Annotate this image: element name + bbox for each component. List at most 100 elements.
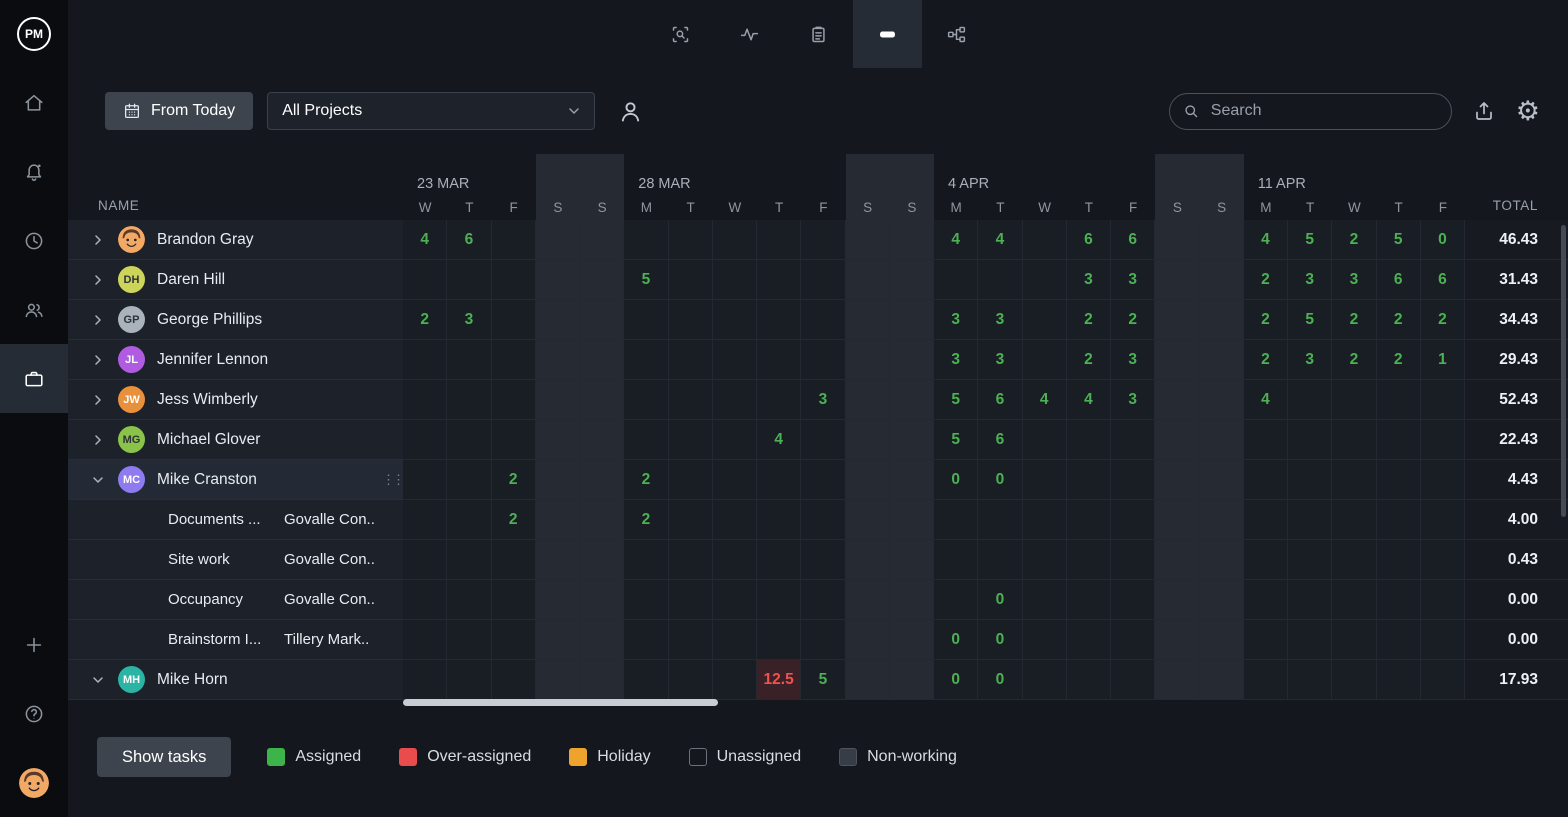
day-cell[interactable]: 6 <box>1377 260 1421 300</box>
day-cell[interactable] <box>624 220 668 260</box>
day-cell[interactable]: 3 <box>1288 260 1332 300</box>
sidebar-item-bell[interactable] <box>0 137 68 206</box>
day-cell[interactable]: 5 <box>1288 220 1332 260</box>
day-cell[interactable] <box>1067 540 1111 580</box>
topbar-tab-zoom-search[interactable] <box>646 0 715 68</box>
day-cell[interactable] <box>1200 420 1244 460</box>
day-cell[interactable] <box>713 620 757 660</box>
day-cell[interactable] <box>1421 660 1465 700</box>
day-cell[interactable]: 2 <box>624 460 668 500</box>
day-cell[interactable] <box>1288 380 1332 420</box>
day-cell[interactable] <box>1155 580 1199 620</box>
day-cell[interactable] <box>403 260 447 300</box>
day-cell[interactable] <box>978 500 1022 540</box>
day-cell[interactable] <box>403 620 447 660</box>
day-cell[interactable] <box>1111 420 1155 460</box>
day-cell[interactable] <box>846 460 890 500</box>
day-cell[interactable] <box>1377 500 1421 540</box>
day-cell[interactable] <box>1023 340 1067 380</box>
day-cell[interactable] <box>1421 620 1465 660</box>
day-cell[interactable]: 2 <box>1244 340 1288 380</box>
day-cell[interactable] <box>492 260 536 300</box>
day-cell[interactable] <box>580 420 624 460</box>
day-cell[interactable] <box>492 300 536 340</box>
day-cell[interactable] <box>536 620 580 660</box>
day-cell[interactable] <box>447 420 491 460</box>
day-cell[interactable] <box>669 660 713 700</box>
day-cell[interactable]: 0 <box>978 580 1022 620</box>
day-cell[interactable]: 5 <box>801 660 845 700</box>
task-row[interactable]: Documents ...Govalle Con..224.00 <box>68 500 1568 540</box>
day-cell[interactable] <box>1421 580 1465 620</box>
day-cell[interactable] <box>1155 340 1199 380</box>
day-cell[interactable] <box>1332 460 1376 500</box>
day-cell[interactable] <box>1200 380 1244 420</box>
day-cell[interactable] <box>1377 660 1421 700</box>
day-cell[interactable] <box>890 260 934 300</box>
day-cell[interactable] <box>536 340 580 380</box>
day-cell[interactable] <box>1288 620 1332 660</box>
day-cell[interactable] <box>403 420 447 460</box>
day-cell[interactable] <box>1377 420 1421 460</box>
person-row[interactable]: MGMichael Glover45622.43 <box>68 420 1568 460</box>
from-today-button[interactable]: From Today <box>105 92 253 130</box>
day-cell[interactable] <box>1200 340 1244 380</box>
day-cell[interactable] <box>890 580 934 620</box>
day-cell[interactable]: 3 <box>978 300 1022 340</box>
day-cell[interactable] <box>1377 540 1421 580</box>
person-row[interactable]: Brandon Gray4644664525046.43 <box>68 220 1568 260</box>
day-cell[interactable] <box>669 380 713 420</box>
day-cell[interactable] <box>492 660 536 700</box>
day-cell[interactable] <box>536 540 580 580</box>
day-cell[interactable]: 4 <box>1067 380 1111 420</box>
day-cell[interactable] <box>669 620 713 660</box>
day-cell[interactable] <box>447 500 491 540</box>
day-cell[interactable] <box>846 660 890 700</box>
day-cell[interactable] <box>536 220 580 260</box>
day-cell[interactable] <box>536 660 580 700</box>
day-cell[interactable] <box>669 460 713 500</box>
day-cell[interactable] <box>1111 540 1155 580</box>
day-cell[interactable]: 6 <box>978 380 1022 420</box>
day-cell[interactable] <box>1111 620 1155 660</box>
day-cell[interactable] <box>1200 540 1244 580</box>
day-cell[interactable] <box>713 380 757 420</box>
day-cell[interactable] <box>580 220 624 260</box>
day-cell[interactable] <box>580 580 624 620</box>
day-cell[interactable] <box>1200 260 1244 300</box>
day-cell[interactable] <box>1023 660 1067 700</box>
day-cell[interactable] <box>1332 380 1376 420</box>
chevron-right-icon[interactable] <box>90 352 106 368</box>
day-cell[interactable]: 4 <box>1023 380 1067 420</box>
day-cell[interactable] <box>447 340 491 380</box>
day-cell[interactable] <box>580 300 624 340</box>
day-cell[interactable] <box>846 500 890 540</box>
day-cell[interactable]: 0 <box>934 660 978 700</box>
day-cell[interactable] <box>934 580 978 620</box>
day-cell[interactable]: 2 <box>403 300 447 340</box>
day-cell[interactable]: 2 <box>1377 300 1421 340</box>
day-cell[interactable] <box>978 540 1022 580</box>
day-cell[interactable] <box>669 540 713 580</box>
day-cell[interactable] <box>1155 220 1199 260</box>
day-cell[interactable] <box>801 500 845 540</box>
day-cell[interactable]: 3 <box>934 300 978 340</box>
day-cell[interactable] <box>624 340 668 380</box>
day-cell[interactable] <box>403 580 447 620</box>
day-cell[interactable] <box>536 380 580 420</box>
day-cell[interactable] <box>1023 580 1067 620</box>
sidebar-item-home[interactable] <box>0 68 68 137</box>
topbar-tab-clipboard[interactable] <box>784 0 853 68</box>
day-cell[interactable] <box>492 220 536 260</box>
day-cell[interactable]: 3 <box>934 340 978 380</box>
day-cell[interactable] <box>624 300 668 340</box>
day-cell[interactable]: 6 <box>1111 220 1155 260</box>
day-cell[interactable]: 2 <box>1244 300 1288 340</box>
day-cell[interactable] <box>713 340 757 380</box>
day-cell[interactable]: 4 <box>1244 380 1288 420</box>
day-cell[interactable] <box>1377 620 1421 660</box>
day-cell[interactable]: 6 <box>447 220 491 260</box>
day-cell[interactable]: 0 <box>978 660 1022 700</box>
day-cell[interactable] <box>1023 220 1067 260</box>
vertical-scrollbar[interactable] <box>1561 225 1566 517</box>
